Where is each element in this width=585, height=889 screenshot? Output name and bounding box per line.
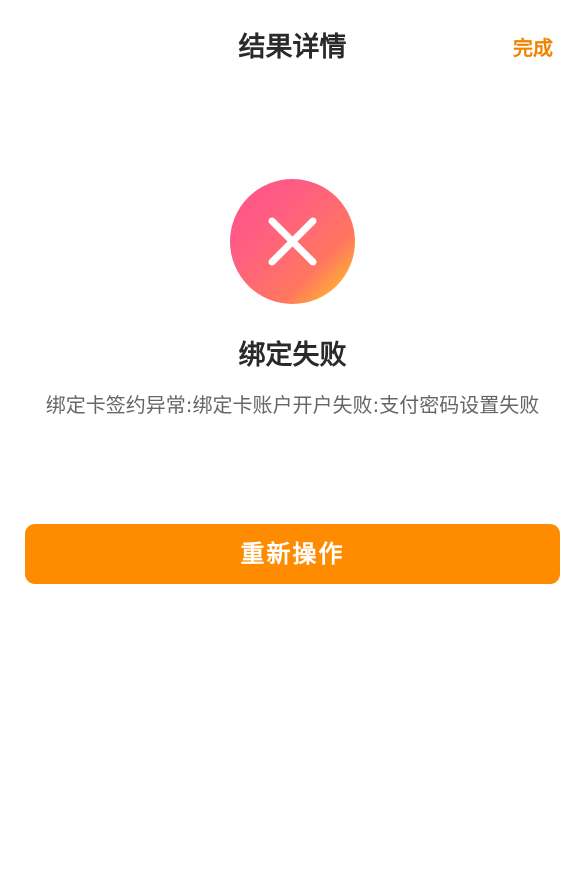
done-button[interactable]: 完成 [513,30,553,66]
result-message: 绑定卡签约异常:绑定卡账户开户失败:支付密码设置失败 [45,393,540,417]
page-title: 结果详情 [238,32,347,63]
result-title: 绑定失败 [238,340,347,371]
failure-status-icon [230,179,355,304]
retry-button[interactable]: 重新操作 [25,524,560,584]
navigation-bar: 结果详情 完成 [0,0,585,96]
close-icon [268,217,317,266]
